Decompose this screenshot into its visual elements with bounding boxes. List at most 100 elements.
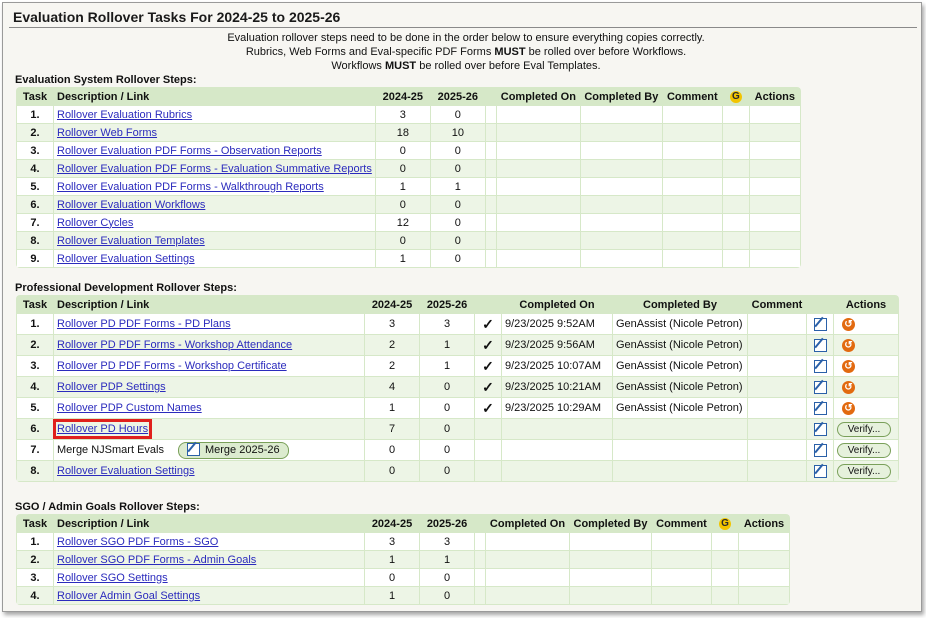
comment-cell: [662, 214, 722, 231]
rollover-pd-hours-link[interactable]: Rollover PD Hours: [52, 419, 153, 439]
check-cell: [485, 160, 496, 177]
description-cell: Rollover Cycles: [54, 214, 375, 231]
count-2024-25: 0: [375, 196, 430, 213]
table-row: 3. Rollover PD PDF Forms - Workshop Certi…: [17, 356, 898, 376]
rollover-link[interactable]: Rollover SGO Settings: [57, 572, 168, 584]
completed-on-cell: [496, 124, 580, 141]
rollover-link[interactable]: Rollover Cycles: [57, 217, 133, 229]
g-cell: [722, 196, 749, 213]
completed-on-cell: 9/23/2025 9:52AM: [502, 314, 612, 334]
table-row: 2. Rollover PD PDF Forms - Workshop Atten…: [17, 335, 898, 355]
title-divider: [9, 27, 917, 28]
rollover-link[interactable]: Rollover PDP Custom Names: [57, 402, 202, 414]
comment-cell: [748, 419, 806, 439]
table-row: 9. Rollover Evaluation Settings 1 0: [17, 250, 800, 267]
rollover-link[interactable]: Rollover PD PDF Forms - Workshop Certifi…: [57, 360, 287, 372]
undo-icon[interactable]: ↺: [842, 401, 855, 415]
table-row: 5. Rollover PDP Custom Names 1 0 ✓ 9/23/2025 …: [17, 398, 898, 418]
col-task: Task: [17, 88, 53, 105]
col-description: Description / Link: [54, 515, 364, 532]
rollover-link[interactable]: Rollover Evaluation PDF Forms - Evaluati…: [57, 163, 372, 175]
check-cell: [475, 569, 485, 586]
edit-comment-icon[interactable]: [813, 401, 827, 415]
table-row: 2. Rollover SGO PDF Forms - Admin Goals 1 1: [17, 551, 789, 568]
task-number: 3.: [17, 569, 53, 586]
completed-on-cell: [502, 419, 612, 439]
task-number: 8.: [17, 461, 53, 481]
col-task: Task: [17, 296, 53, 313]
table-row: 7. Rollover Cycles 12 0: [17, 214, 800, 231]
description-cell: Rollover Web Forms: [54, 124, 375, 141]
rollover-link[interactable]: Rollover SGO PDF Forms - SGO: [57, 536, 218, 548]
actions-cell: [749, 142, 800, 159]
col-completed-on: Completed On: [502, 296, 612, 313]
task-number: 8.: [17, 232, 53, 249]
actions-cell: ↺: [834, 377, 898, 397]
comment-cell: [652, 587, 711, 604]
merge-2025-26-button[interactable]: Merge 2025-26: [177, 441, 289, 459]
rollover-link[interactable]: Rollover Evaluation Rubrics: [57, 109, 192, 121]
table-row: 6. Rollover Evaluation Workflows 0 0: [17, 196, 800, 213]
count-2025-26: 0: [420, 569, 474, 586]
count-2024-25: 12: [375, 214, 430, 231]
sgo-table: Task Description / Link 2024-25 2025-26 …: [16, 514, 790, 605]
edit-comment-icon[interactable]: [813, 464, 827, 478]
completed-on-cell: 9/23/2025 10:07AM: [502, 356, 612, 376]
actions-cell: [749, 214, 800, 231]
undo-icon[interactable]: ↺: [842, 338, 855, 352]
merge-button-label: Merge 2025-26: [204, 443, 280, 456]
g-cell: [712, 533, 738, 550]
task-number: 2.: [17, 551, 53, 568]
description-cell: Rollover Evaluation Rubrics: [54, 106, 375, 123]
edit-comment-icon[interactable]: [813, 380, 827, 394]
undo-icon[interactable]: ↺: [842, 380, 855, 394]
task-number: 4.: [17, 377, 53, 397]
check-cell: [475, 587, 485, 604]
edit-comment-icon[interactable]: [813, 359, 827, 373]
edit-comment-icon[interactable]: [813, 443, 827, 457]
verify-button[interactable]: Verify...: [837, 463, 891, 479]
g-cell: [722, 106, 749, 123]
description-cell: Rollover PDP Settings: [54, 377, 364, 397]
rollover-link[interactable]: Rollover Evaluation PDF Forms - Observat…: [57, 145, 322, 157]
rollover-link[interactable]: Rollover Admin Goal Settings: [57, 590, 200, 602]
actions-cell: [749, 196, 800, 213]
undo-icon[interactable]: ↺: [842, 359, 855, 373]
verify-button[interactable]: Verify...: [837, 442, 891, 458]
rollover-link[interactable]: Rollover PD PDF Forms - PD Plans: [57, 318, 231, 330]
col-task: Task: [17, 515, 53, 532]
rollover-link[interactable]: Rollover Evaluation Settings: [57, 465, 195, 477]
intro-line-3a: Workflows: [331, 60, 385, 72]
rollover-link[interactable]: Rollover PDP Settings: [57, 381, 166, 393]
rollover-link[interactable]: Rollover Evaluation PDF Forms - Walkthro…: [57, 181, 324, 193]
comment-cell: [652, 551, 711, 568]
rollover-link[interactable]: Rollover Evaluation Templates: [57, 235, 205, 247]
description-cell: Rollover Evaluation Settings: [54, 250, 375, 267]
comment-cell: [652, 569, 711, 586]
actions-cell: [739, 533, 789, 550]
completed-by-cell: [580, 124, 662, 141]
rollover-link[interactable]: Rollover Evaluation Settings: [57, 253, 195, 265]
table-row: 6. Rollover PD Hours 7 0 Verify...: [17, 419, 898, 439]
intro-line-1: Evaluation rollover steps need to be don…: [227, 32, 705, 44]
col-2025-26: 2025-26: [430, 88, 485, 105]
table-row: 4. Rollover Evaluation PDF Forms - Evalua…: [17, 160, 800, 177]
rollover-link[interactable]: Rollover Web Forms: [57, 127, 157, 139]
completed-on-cell: 9/23/2025 9:56AM: [502, 335, 612, 355]
edit-comment-icon[interactable]: [813, 338, 827, 352]
count-2025-26: 0: [430, 232, 485, 249]
verify-button[interactable]: Verify...: [837, 421, 891, 437]
comment-cell: [748, 440, 806, 460]
rollover-link[interactable]: Rollover Evaluation Workflows: [57, 199, 205, 211]
description-cell: Rollover PD Hours: [52, 419, 364, 439]
check-cell: [475, 440, 501, 460]
count-2024-25: 1: [365, 398, 419, 418]
check-cell: [475, 419, 501, 439]
rollover-link[interactable]: Rollover SGO PDF Forms - Admin Goals: [57, 554, 256, 566]
undo-icon[interactable]: ↺: [842, 317, 855, 331]
rollover-link[interactable]: Rollover PD PDF Forms - Workshop Attenda…: [57, 339, 292, 351]
intro-line-3c: be rolled over before Eval Templates.: [416, 60, 601, 72]
completed-by-cell: [580, 232, 662, 249]
edit-comment-icon[interactable]: [813, 422, 827, 436]
edit-comment-icon[interactable]: [813, 317, 827, 331]
